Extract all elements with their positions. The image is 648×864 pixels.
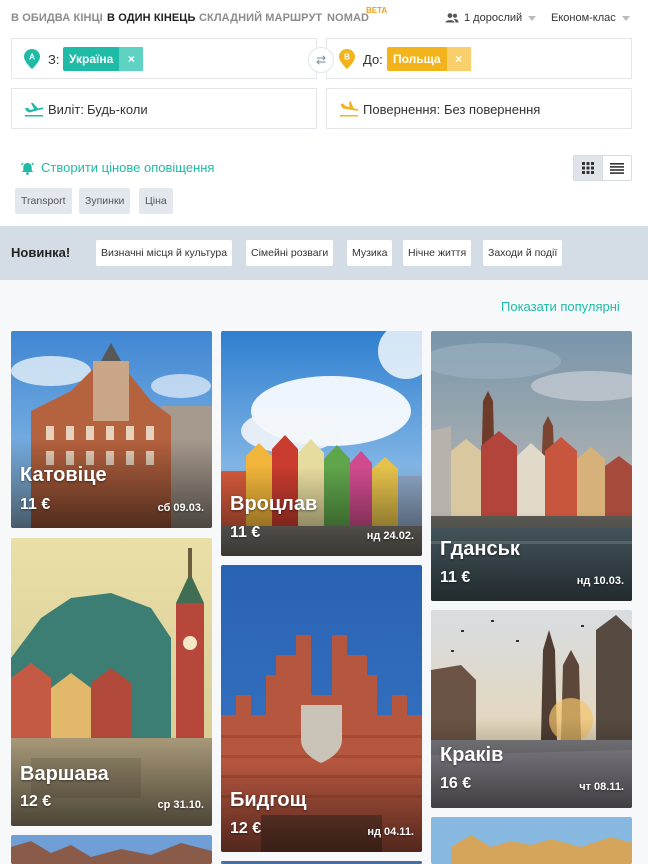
tab-one-way[interactable]: В ОДИН КІНЕЦЬ [107,12,195,24]
to-field[interactable]: B До: Польща × [326,38,632,79]
destination-card[interactable]: Бидгощ 12 € нд 04.11. [221,565,422,852]
cabin-class-dropdown[interactable]: Економ-клас [551,12,630,24]
return-field[interactable]: Повернення: Без повернення [326,88,632,129]
card-date: нд 24.02. [366,530,414,542]
category-music[interactable]: Музика [347,240,393,266]
destination-card[interactable]: Краків 16 € чт 08.11. [431,610,632,808]
novinka-band: Новинка! Визначні місця й культура Сімей… [0,226,648,280]
category-nightlife[interactable]: Нічне життя [403,240,472,266]
card-city: Гданськ [440,538,520,560]
departure-label: Виліт: [48,102,84,117]
category-family-fun[interactable]: Сімейні розваги [246,240,334,266]
card-price: 12 € [20,793,52,810]
destination-card[interactable]: Гданськ 11 € нд 10.03. [431,331,632,601]
beta-badge: BETA [366,6,388,15]
card-date: чт 08.11. [579,781,624,793]
destination-photo [11,835,212,864]
destination-card[interactable]: Варшава 12 € ср 31.10. [11,538,212,826]
departure-plane-icon [25,103,44,117]
departure-field[interactable]: Виліт: Будь-коли [11,88,317,129]
from-chip-label: Україна [69,52,114,66]
list-icon [610,162,625,174]
destination-card[interactable]: Катовіце 11 € сб 09.03. [11,331,212,528]
tab-round-trip[interactable]: В ОБИДВА КІНЦІ [11,12,103,24]
card-city: Бидгощ [230,789,307,811]
from-label: З: [48,52,60,67]
chevron-down-icon [621,15,630,21]
filter-price[interactable]: Ціна [139,188,173,214]
remove-from-icon[interactable]: × [119,47,144,71]
swap-icon[interactable]: ⇄ [308,47,334,73]
from-field[interactable]: A З: Україна × [11,38,317,79]
filter-stops[interactable]: Зупинки [79,188,131,214]
card-city: Катовіце [20,464,107,486]
departure-value: Будь-коли [87,102,148,117]
cabin-class-label: Економ-клас [551,12,616,24]
card-date: ср 31.10. [157,799,204,811]
grid-icon [582,162,595,174]
card-price: 11 € [230,524,261,541]
create-price-alert-link[interactable]: Створити цінове оповіщення [20,160,214,175]
grid-view-button[interactable] [574,156,603,180]
return-label: Повернення: [363,102,441,117]
card-price: 16 € [440,775,472,792]
passengers-label: 1 дорослий [464,12,523,24]
to-chip: Польща × [387,47,471,71]
card-price: 12 € [230,820,262,837]
category-sights-culture[interactable]: Визначні місця й культура [96,240,233,266]
chevron-down-icon [528,15,537,21]
card-city: Вроцлав [230,493,318,515]
category-events[interactable]: Заходи й події [483,240,563,266]
show-popular-link[interactable]: Показати популярні [501,299,620,314]
card-date: нд 04.11. [367,826,414,838]
passengers-dropdown[interactable]: 1 дорослий [445,12,537,24]
filter-transport[interactable]: Transport [15,188,72,214]
alarm-bell-icon [20,162,35,175]
create-price-alert-label: Створити цінове оповіщення [41,160,215,175]
map-pin-b-icon: B [339,49,355,69]
destination-card[interactable] [431,817,632,864]
users-icon [445,13,459,23]
to-label: До: [363,52,383,67]
tab-nomad[interactable]: NOMAD [327,12,369,24]
card-price: 11 € [440,569,471,586]
view-toggle [573,155,632,181]
card-date: сб 09.03. [157,502,204,514]
card-date: нд 10.03. [576,575,624,587]
return-value: Без повернення [444,102,541,117]
destination-card[interactable] [11,835,212,864]
card-city: Варшава [20,763,109,785]
map-pin-a-icon: A [24,49,40,69]
svg-text:A: A [29,53,35,62]
arrival-plane-icon [340,101,359,117]
destination-photo [431,817,632,864]
card-price: 11 € [20,496,51,513]
trip-type-nav: В ОБИДВА КІНЦІ В ОДИН КІНЕЦЬ СКЛАДНИЙ МА… [0,0,648,36]
novinka-title: Новинка! [11,245,71,260]
from-chip: Україна × [63,47,144,71]
remove-to-icon[interactable]: × [446,47,471,71]
list-view-button[interactable] [602,156,631,180]
destination-card[interactable]: Вроцлав 11 € нд 24.02. [221,331,422,556]
card-city: Краків [440,744,504,766]
svg-text:B: B [344,53,350,62]
to-chip-label: Польща [393,52,441,66]
tab-multi-city[interactable]: СКЛАДНИЙ МАРШРУТ [199,12,322,24]
